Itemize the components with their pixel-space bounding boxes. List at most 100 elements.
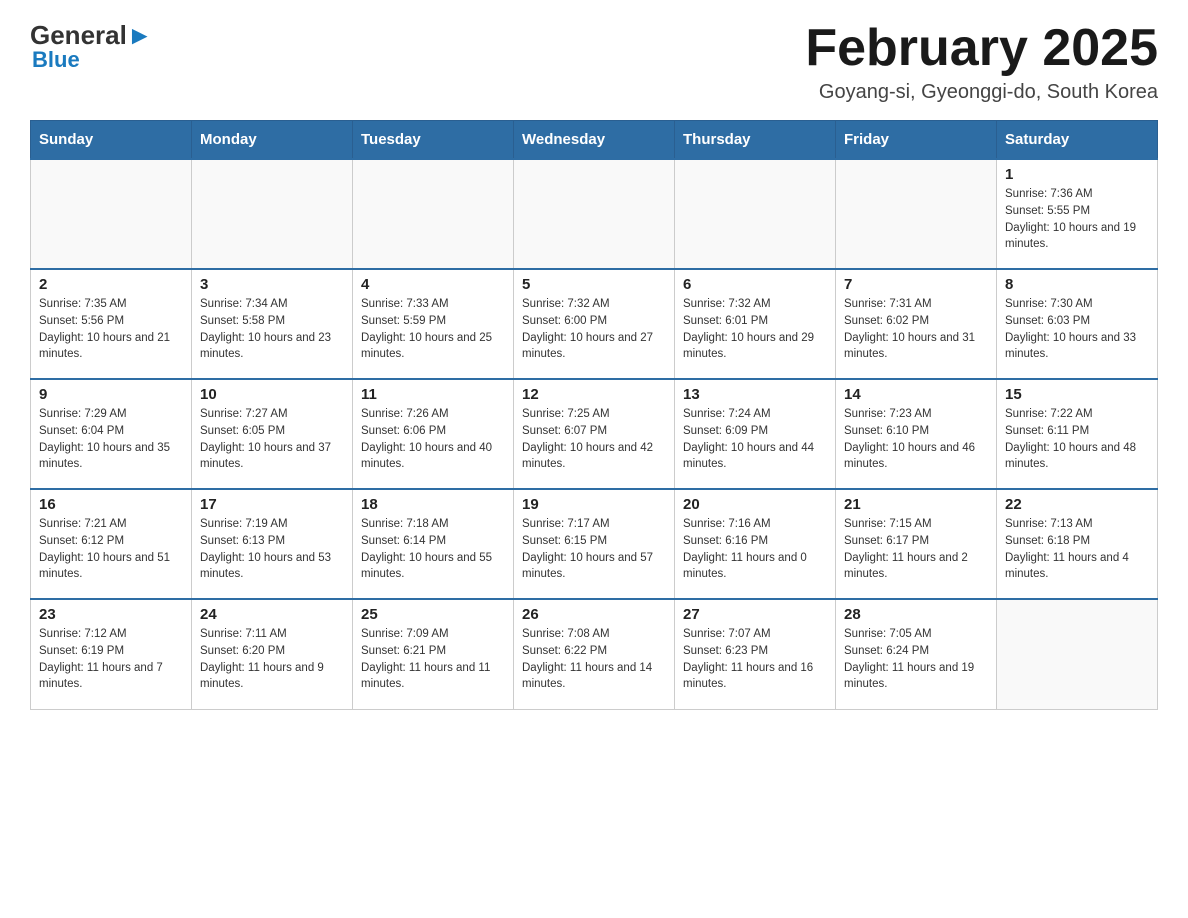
day-number: 2	[39, 276, 183, 293]
calendar-cell: 8Sunrise: 7:30 AM Sunset: 6:03 PM Daylig…	[997, 269, 1158, 379]
calendar-table: SundayMondayTuesdayWednesdayThursdayFrid…	[30, 120, 1158, 710]
day-number: 9	[39, 386, 183, 403]
day-number: 18	[361, 496, 505, 513]
day-number: 27	[683, 606, 827, 623]
calendar-cell	[514, 159, 675, 269]
day-number: 25	[361, 606, 505, 623]
calendar-cell: 17 Sunrise: 7:19 AM Sunset: 6:13 PM Dayli…	[192, 489, 353, 599]
day-info: Sunrise: 7:35 AM Sunset: 5:56 PM Dayligh…	[39, 296, 183, 363]
logo: General► Blue	[30, 20, 153, 73]
calendar-cell: 4 Sunrise: 7:33 AM Sunset: 5:59 PM Daylig…	[353, 269, 514, 379]
day-of-week-header: Thursday	[675, 121, 836, 160]
calendar-cell: 6 Sunrise: 7:32 AM Sunset: 6:01 PM Daylig…	[675, 269, 836, 379]
calendar-cell: 11Sunrise: 7:26 AM Sunset: 6:06 PM Dayli…	[353, 379, 514, 489]
day-info: Sunrise: 7:15 AM Sunset: 6:17 PM Dayligh…	[844, 516, 988, 583]
day-of-week-header: Monday	[192, 121, 353, 160]
calendar-cell: 24 Sunrise: 7:11 AM Sunset: 6:20 PM Dayli…	[192, 599, 353, 709]
day-number: 10	[200, 386, 344, 403]
calendar-cell: 12 Sunrise: 7:25 AM Sunset: 6:07 PM Dayli…	[514, 379, 675, 489]
day-number: 11	[361, 386, 505, 403]
page-header: General► Blue February 2025 Goyang-si, G…	[30, 20, 1158, 104]
day-number: 22	[1005, 496, 1149, 513]
calendar-cell: 7 Sunrise: 7:31 AM Sunset: 6:02 PM Daylig…	[836, 269, 997, 379]
calendar-cell: 2 Sunrise: 7:35 AM Sunset: 5:56 PM Daylig…	[31, 269, 192, 379]
calendar-header-row: SundayMondayTuesdayWednesdayThursdayFrid…	[31, 121, 1158, 160]
day-info: Sunrise: 7:29 AM Sunset: 6:04 PM Dayligh…	[39, 406, 183, 473]
day-number: 23	[39, 606, 183, 623]
day-of-week-header: Tuesday	[353, 121, 514, 160]
day-info: Sunrise: 7:32 AM Sunset: 6:01 PM Dayligh…	[683, 296, 827, 363]
day-info: Sunrise: 7:11 AM Sunset: 6:20 PM Dayligh…	[200, 626, 344, 693]
day-of-week-header: Wednesday	[514, 121, 675, 160]
day-number: 7	[844, 276, 988, 293]
calendar-cell: 23 Sunrise: 7:12 AM Sunset: 6:19 PM Dayli…	[31, 599, 192, 709]
day-info: Sunrise: 7:09 AM Sunset: 6:21 PM Dayligh…	[361, 626, 505, 693]
day-info: Sunrise: 7:21 AM Sunset: 6:12 PM Dayligh…	[39, 516, 183, 583]
location-text: Goyang-si, Gyeonggi-do, South Korea	[805, 81, 1158, 104]
day-number: 17	[200, 496, 344, 513]
day-number: 4	[361, 276, 505, 293]
calendar-cell: 20 Sunrise: 7:16 AM Sunset: 6:16 PM Dayli…	[675, 489, 836, 599]
calendar-week-row: 1 Sunrise: 7:36 AM Sunset: 5:55 PM Daylig…	[31, 159, 1158, 269]
day-info: Sunrise: 7:22 AM Sunset: 6:11 PM Dayligh…	[1005, 406, 1149, 473]
day-info: Sunrise: 7:18 AM Sunset: 6:14 PM Dayligh…	[361, 516, 505, 583]
calendar-cell: 25 Sunrise: 7:09 AM Sunset: 6:21 PM Dayli…	[353, 599, 514, 709]
calendar-cell: 1 Sunrise: 7:36 AM Sunset: 5:55 PM Daylig…	[997, 159, 1158, 269]
day-info: Sunrise: 7:19 AM Sunset: 6:13 PM Dayligh…	[200, 516, 344, 583]
calendar-week-row: 2 Sunrise: 7:35 AM Sunset: 5:56 PM Daylig…	[31, 269, 1158, 379]
calendar-cell: 27 Sunrise: 7:07 AM Sunset: 6:23 PM Dayli…	[675, 599, 836, 709]
calendar-cell: 18 Sunrise: 7:18 AM Sunset: 6:14 PM Dayli…	[353, 489, 514, 599]
day-info: Sunrise: 7:16 AM Sunset: 6:16 PM Dayligh…	[683, 516, 827, 583]
day-info: Sunrise: 7:13 AM Sunset: 6:18 PM Dayligh…	[1005, 516, 1149, 583]
calendar-cell	[836, 159, 997, 269]
calendar-cell: 22 Sunrise: 7:13 AM Sunset: 6:18 PM Dayli…	[997, 489, 1158, 599]
day-number: 14	[844, 386, 988, 403]
logo-blue-text: Blue	[30, 47, 153, 73]
calendar-week-row: 16 Sunrise: 7:21 AM Sunset: 6:12 PM Dayli…	[31, 489, 1158, 599]
day-number: 28	[844, 606, 988, 623]
day-number: 1	[1005, 166, 1149, 183]
day-info: Sunrise: 7:07 AM Sunset: 6:23 PM Dayligh…	[683, 626, 827, 693]
day-info: Sunrise: 7:17 AM Sunset: 6:15 PM Dayligh…	[522, 516, 666, 583]
day-info: Sunrise: 7:27 AM Sunset: 6:05 PM Dayligh…	[200, 406, 344, 473]
day-number: 19	[522, 496, 666, 513]
day-number: 24	[200, 606, 344, 623]
calendar-cell: 13 Sunrise: 7:24 AM Sunset: 6:09 PM Dayli…	[675, 379, 836, 489]
calendar-cell: 21 Sunrise: 7:15 AM Sunset: 6:17 PM Dayli…	[836, 489, 997, 599]
day-info: Sunrise: 7:36 AM Sunset: 5:55 PM Dayligh…	[1005, 186, 1149, 253]
day-number: 5	[522, 276, 666, 293]
day-info: Sunrise: 7:05 AM Sunset: 6:24 PM Dayligh…	[844, 626, 988, 693]
calendar-cell: 14 Sunrise: 7:23 AM Sunset: 6:10 PM Dayli…	[836, 379, 997, 489]
day-number: 26	[522, 606, 666, 623]
day-number: 15	[1005, 386, 1149, 403]
calendar-week-row: 9 Sunrise: 7:29 AM Sunset: 6:04 PM Daylig…	[31, 379, 1158, 489]
day-info: Sunrise: 7:12 AM Sunset: 6:19 PM Dayligh…	[39, 626, 183, 693]
calendar-cell	[997, 599, 1158, 709]
calendar-cell: 15 Sunrise: 7:22 AM Sunset: 6:11 PM Dayli…	[997, 379, 1158, 489]
day-info: Sunrise: 7:25 AM Sunset: 6:07 PM Dayligh…	[522, 406, 666, 473]
day-number: 20	[683, 496, 827, 513]
day-of-week-header: Friday	[836, 121, 997, 160]
day-info: Sunrise: 7:24 AM Sunset: 6:09 PM Dayligh…	[683, 406, 827, 473]
calendar-cell	[675, 159, 836, 269]
day-number: 8	[1005, 276, 1149, 293]
day-number: 21	[844, 496, 988, 513]
day-info: Sunrise: 7:31 AM Sunset: 6:02 PM Dayligh…	[844, 296, 988, 363]
calendar-cell: 10 Sunrise: 7:27 AM Sunset: 6:05 PM Dayli…	[192, 379, 353, 489]
day-of-week-header: Sunday	[31, 121, 192, 160]
day-number: 16	[39, 496, 183, 513]
day-info: Sunrise: 7:08 AM Sunset: 6:22 PM Dayligh…	[522, 626, 666, 693]
day-info: Sunrise: 7:34 AM Sunset: 5:58 PM Dayligh…	[200, 296, 344, 363]
day-info: Sunrise: 7:33 AM Sunset: 5:59 PM Dayligh…	[361, 296, 505, 363]
day-number: 6	[683, 276, 827, 293]
calendar-cell: 28 Sunrise: 7:05 AM Sunset: 6:24 PM Dayli…	[836, 599, 997, 709]
day-info: Sunrise: 7:23 AM Sunset: 6:10 PM Dayligh…	[844, 406, 988, 473]
day-of-week-header: Saturday	[997, 121, 1158, 160]
day-number: 13	[683, 386, 827, 403]
calendar-cell: 19 Sunrise: 7:17 AM Sunset: 6:15 PM Dayli…	[514, 489, 675, 599]
day-number: 12	[522, 386, 666, 403]
title-area: February 2025 Goyang-si, Gyeonggi-do, So…	[805, 20, 1158, 104]
calendar-cell: 9 Sunrise: 7:29 AM Sunset: 6:04 PM Daylig…	[31, 379, 192, 489]
day-number: 3	[200, 276, 344, 293]
calendar-cell	[353, 159, 514, 269]
